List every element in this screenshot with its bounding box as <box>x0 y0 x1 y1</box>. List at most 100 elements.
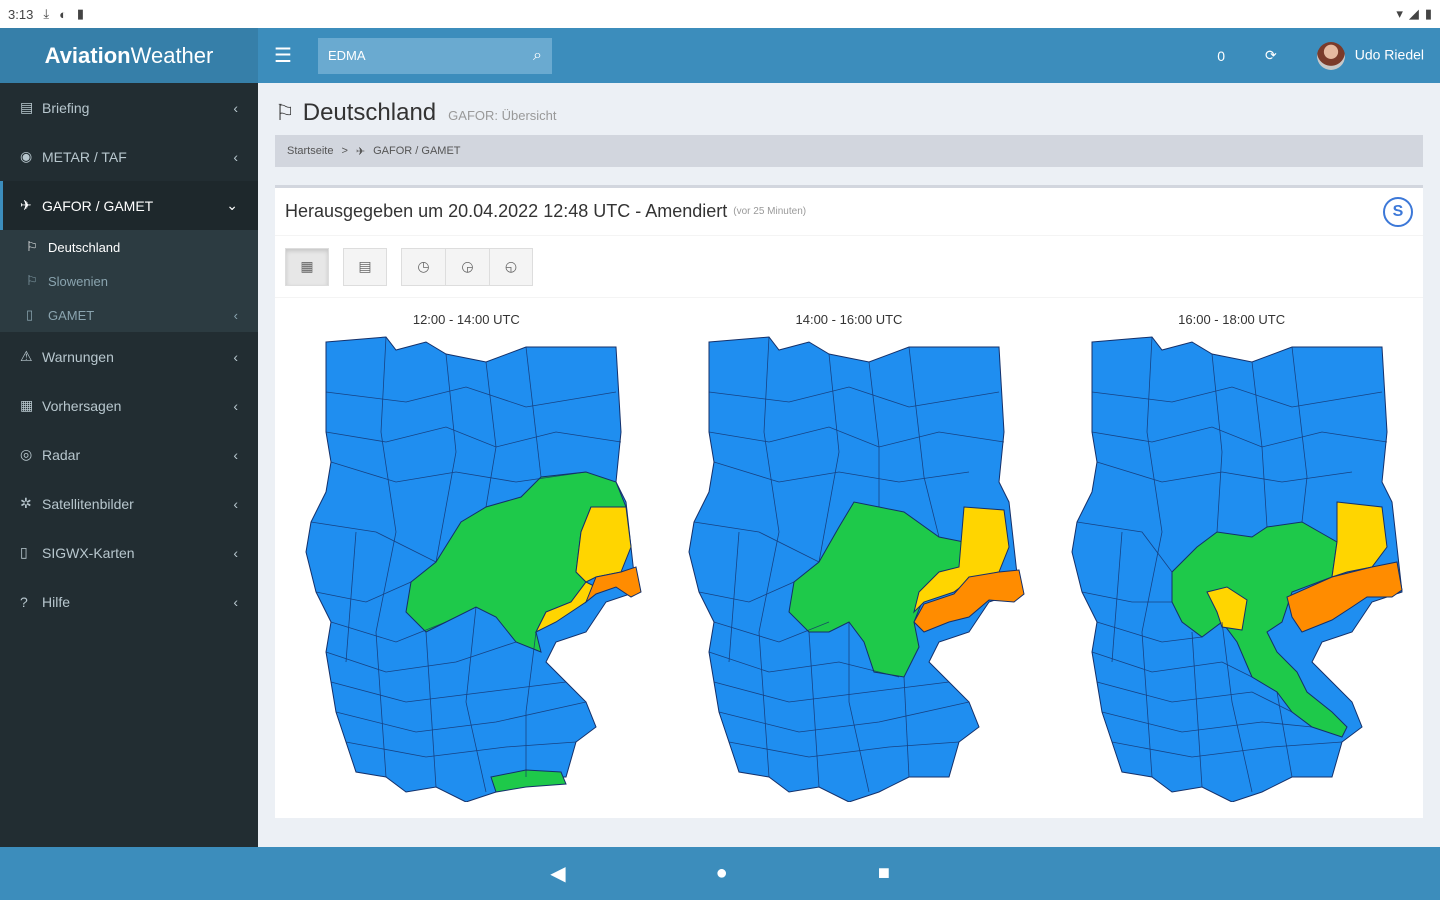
refresh-icon[interactable]: ⟳ <box>1265 47 1277 64</box>
status-time: 3:13 <box>8 6 34 22</box>
avatar <box>1316 41 1345 70</box>
flag-icon: ⚐ <box>26 273 38 288</box>
breadcrumb-current: GAFOR / GAMET <box>373 145 461 157</box>
satellite-icon: ✲ <box>20 495 32 511</box>
flag-icon: ⚐ <box>275 100 295 125</box>
breadcrumb-separator: > <box>341 145 348 157</box>
map-title: 14:00 - 16:00 UTC <box>795 312 903 327</box>
gafor-panel: Herausgegeben um 20.04.2022 12:48 UTC - … <box>275 185 1423 818</box>
clipboard-icon: ▮ <box>76 6 85 21</box>
user-menu[interactable]: Udo Riedel <box>1316 41 1424 70</box>
chevron-left-icon: ‹ <box>233 593 238 610</box>
sidebar-item-radar[interactable]: ◎ Radar ‹ <box>0 430 258 479</box>
time-slot-1-button[interactable]: ◷ <box>401 247 445 286</box>
clock-icon: ◵ <box>504 258 518 274</box>
breadcrumb-home[interactable]: Startseite <box>287 145 333 157</box>
user-name: Udo Riedel <box>1354 46 1424 63</box>
chevron-left-icon: ‹ <box>233 446 238 463</box>
view-toolbar: ▦ ▤ ◷ ◶ ◵ <box>275 236 1423 298</box>
sidebar-item-label: Radar <box>42 446 81 463</box>
sidebar-item-label: GAFOR / GAMET <box>42 197 154 214</box>
chevron-left-icon: ‹ <box>233 148 238 165</box>
sidebar-item-label: METAR / TAF <box>42 148 127 165</box>
sidebar-item-hilfe[interactable]: ? Hilfe ‹ <box>0 577 258 626</box>
battery-icon: ▮ <box>1424 6 1432 21</box>
grid-icon: ▦ <box>300 258 314 274</box>
vpn-icon: ◐ <box>59 6 67 22</box>
page-title: Deutschland <box>302 99 437 126</box>
sidebar-item-label: SIGWX-Karten <box>42 544 135 561</box>
chevron-left-icon: ‹ <box>233 99 238 116</box>
page-header: ⚐ Deutschland GAFOR: Übersicht <box>275 99 1423 133</box>
forecast-map-2[interactable]: 14:00 - 16:00 UTC <box>669 312 1029 802</box>
overview-grid-button[interactable]: ▦ <box>285 247 329 286</box>
plane-icon: ✈ <box>355 145 366 158</box>
warning-icon: ⚠ <box>20 348 33 364</box>
sidebar-item-sigwx-karten[interactable]: ▯ SIGWX-Karten ‹ <box>0 528 258 577</box>
main-content: ⚐ Deutschland GAFOR: Übersicht Startseit… <box>258 83 1440 847</box>
dwd-logo-icon: S <box>1383 196 1413 227</box>
list-view-button[interactable]: ▤ <box>343 247 387 286</box>
sidebar-subitem-slowenien[interactable]: ⚐ Slowenien <box>0 264 258 298</box>
map-title: 12:00 - 14:00 UTC <box>412 312 520 327</box>
germany-map <box>688 336 1025 802</box>
sidebar-subitem-label: GAMET <box>48 307 95 323</box>
sidebar-submenu: ⚐ Deutschland ⚐ Slowenien ▯ GAMET ‹ <box>0 230 258 332</box>
map-title: 16:00 - 18:00 UTC <box>1178 312 1286 327</box>
sidebar-item-briefing[interactable]: ▤ Briefing ‹ <box>0 83 258 132</box>
chevron-left-icon: ‹ <box>233 495 238 512</box>
search-icon[interactable]: ⌕ <box>533 47 542 65</box>
document-icon: ▯ <box>20 544 28 560</box>
sidebar-item-metar-taf[interactable]: ◉ METAR / TAF ‹ <box>0 132 258 181</box>
help-icon: ? <box>20 593 28 610</box>
panel-header: Herausgegeben um 20.04.2022 12:48 UTC - … <box>275 188 1423 236</box>
back-icon[interactable]: ◀ <box>550 861 565 886</box>
android-nav-bar: ◀ ● ■ <box>0 847 1440 900</box>
chevron-left-icon: ‹ <box>233 397 238 414</box>
breadcrumb: Startseite > ✈ GAFOR / GAMET <box>275 135 1423 167</box>
radar-icon: ◎ <box>20 446 33 462</box>
app-logo[interactable]: Aviation Weather <box>0 28 258 83</box>
sidebar-subitem-gamet[interactable]: ▯ GAMET ‹ <box>0 298 258 332</box>
document-icon: ▯ <box>26 307 34 322</box>
sidebar-item-label: Warnungen <box>42 348 114 365</box>
forecast-map-1[interactable]: 12:00 - 14:00 UTC <box>286 312 646 802</box>
chevron-left-icon: ‹ <box>233 544 238 561</box>
list-icon: ▤ <box>358 258 372 274</box>
sidebar-item-label: Satellitenbilder <box>42 495 134 512</box>
download-icon: ⤓ <box>43 6 50 21</box>
search-input[interactable] <box>328 48 508 63</box>
chevron-down-icon: ⌄ <box>226 197 238 213</box>
map-row: 12:00 - 14:00 UTC 14:00 - 16:00 UTC 16:0… <box>275 298 1423 802</box>
eye-icon: ◉ <box>20 148 33 164</box>
home-icon[interactable]: ● <box>716 862 728 885</box>
page-subtitle: GAFOR: Übersicht <box>448 108 557 123</box>
status-bar: 3:13 ⤓ ◐ ▮ ▾ ◢ ▮ <box>0 0 1440 28</box>
chevron-left-icon: ‹ <box>233 307 238 323</box>
calendar-icon: ▦ <box>20 397 34 413</box>
sidebar-item-gafor-gamet[interactable]: ✈ GAFOR / GAMET ⌄ <box>0 181 258 230</box>
wifi-icon: ▾ <box>1396 6 1403 21</box>
sidebar-item-satellitenbilder[interactable]: ✲ Satellitenbilder ‹ <box>0 479 258 528</box>
time-slot-3-button[interactable]: ◵ <box>489 247 533 286</box>
sidebar-item-label: Vorhersagen <box>42 397 122 414</box>
plane-icon: ✈ <box>20 197 32 213</box>
briefcase-icon: ▤ <box>20 99 34 115</box>
signal-icon: ◢ <box>1408 6 1419 21</box>
germany-map <box>305 336 642 802</box>
recents-icon[interactable]: ■ <box>878 862 890 885</box>
notification-count[interactable]: 0 <box>1217 48 1225 64</box>
sidebar-subitem-label: Deutschland <box>48 239 121 255</box>
menu-toggle-icon[interactable]: ☰ <box>258 43 308 68</box>
chevron-left-icon: ‹ <box>233 348 238 365</box>
time-slot-2-button[interactable]: ◶ <box>445 247 489 286</box>
germany-map <box>1071 336 1403 802</box>
logo-bold: Aviation <box>44 42 131 68</box>
forecast-map-3[interactable]: 16:00 - 18:00 UTC <box>1052 312 1412 802</box>
flag-icon: ⚐ <box>26 239 38 254</box>
sidebar-item-vorhersagen[interactable]: ▦ Vorhersagen ‹ <box>0 381 258 430</box>
sidebar-item-warnungen[interactable]: ⚠ Warnungen ‹ <box>0 332 258 381</box>
sidebar-subitem-deutschland[interactable]: ⚐ Deutschland <box>0 230 258 264</box>
issued-text: Herausgegeben um 20.04.2022 12:48 UTC - … <box>285 201 728 221</box>
sidebar-subitem-label: Slowenien <box>48 273 108 289</box>
